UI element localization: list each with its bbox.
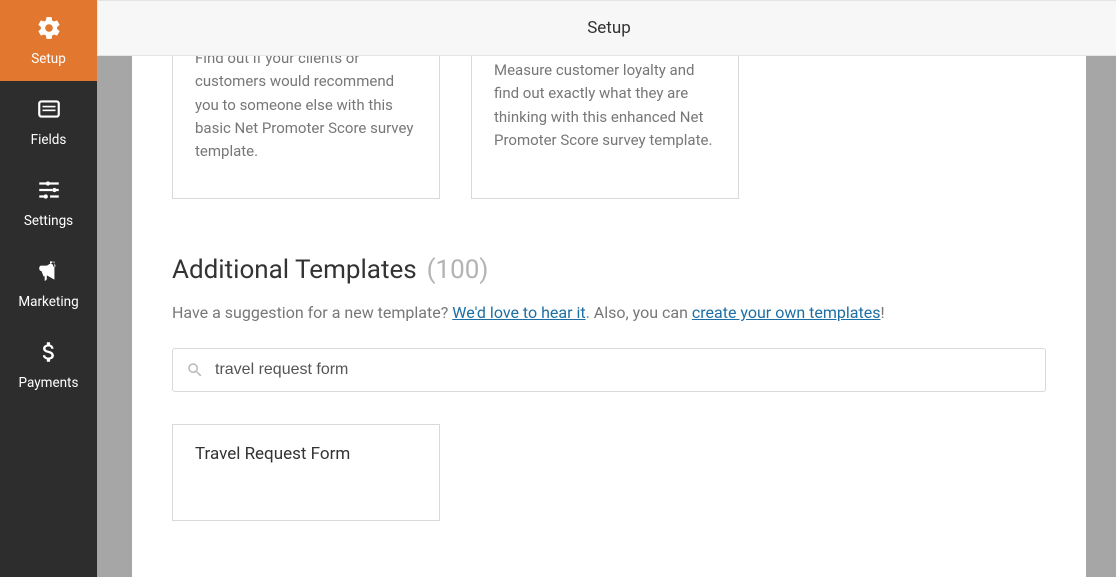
sidebar-item-fields[interactable]: Fields (0, 81, 97, 162)
sub-text: . Also, you can (586, 303, 692, 322)
sliders-icon (36, 177, 62, 207)
dollar-icon (36, 339, 62, 369)
suggestion-link[interactable]: We'd love to hear it (452, 303, 585, 322)
template-result-card[interactable]: Travel Request Form (172, 424, 440, 521)
sub-text: Have a suggestion for a new template? (172, 303, 452, 322)
gutter-left (97, 56, 132, 577)
gear-icon (36, 15, 62, 45)
template-card[interactable]: Measure customer loyalty and find out ex… (471, 56, 739, 199)
create-own-link[interactable]: create your own templates (692, 303, 881, 322)
template-card-description: Measure customer loyalty and find out ex… (494, 59, 716, 152)
content: Find out if your clients or customers wo… (132, 56, 1086, 577)
template-search-input[interactable] (172, 348, 1046, 392)
sidebar-item-payments[interactable]: Payments (0, 324, 97, 405)
gutter-right (1086, 56, 1116, 577)
page-title: Setup (587, 18, 631, 38)
bullhorn-icon (36, 258, 62, 288)
sidebar-item-label: Settings (24, 213, 73, 229)
template-cards-row: Find out if your clients or customers wo… (172, 56, 1046, 199)
section-subtitle: Have a suggestion for a new template? We… (172, 303, 1046, 322)
sidebar-item-setup[interactable]: Setup (0, 0, 97, 81)
sidebar-item-label: Setup (31, 51, 66, 67)
result-card-title: Travel Request Form (195, 444, 350, 464)
template-card[interactable]: Find out if your clients or customers wo… (172, 56, 440, 199)
topbar: Setup (97, 0, 1116, 56)
sidebar-item-label: Fields (31, 132, 67, 148)
section-title: Additional Templates (100) (172, 255, 1046, 285)
templates-count: (100) (427, 255, 489, 285)
sidebar-item-label: Marketing (18, 294, 78, 310)
additional-templates-heading: Additional Templates (172, 255, 417, 285)
card-icon (36, 96, 62, 126)
template-card-description: Find out if your clients or customers wo… (195, 56, 417, 163)
search-container (172, 348, 1046, 392)
sub-text: ! (880, 303, 884, 322)
content-wrapper: Find out if your clients or customers wo… (97, 56, 1116, 577)
sidebar-item-marketing[interactable]: Marketing (0, 243, 97, 324)
sidebar-item-label: Payments (19, 375, 79, 391)
main: Setup Find out if your clients or custom… (97, 0, 1116, 577)
sidebar-item-settings[interactable]: Settings (0, 162, 97, 243)
sidebar: Setup Fields Settings Marketing Payments (0, 0, 97, 577)
